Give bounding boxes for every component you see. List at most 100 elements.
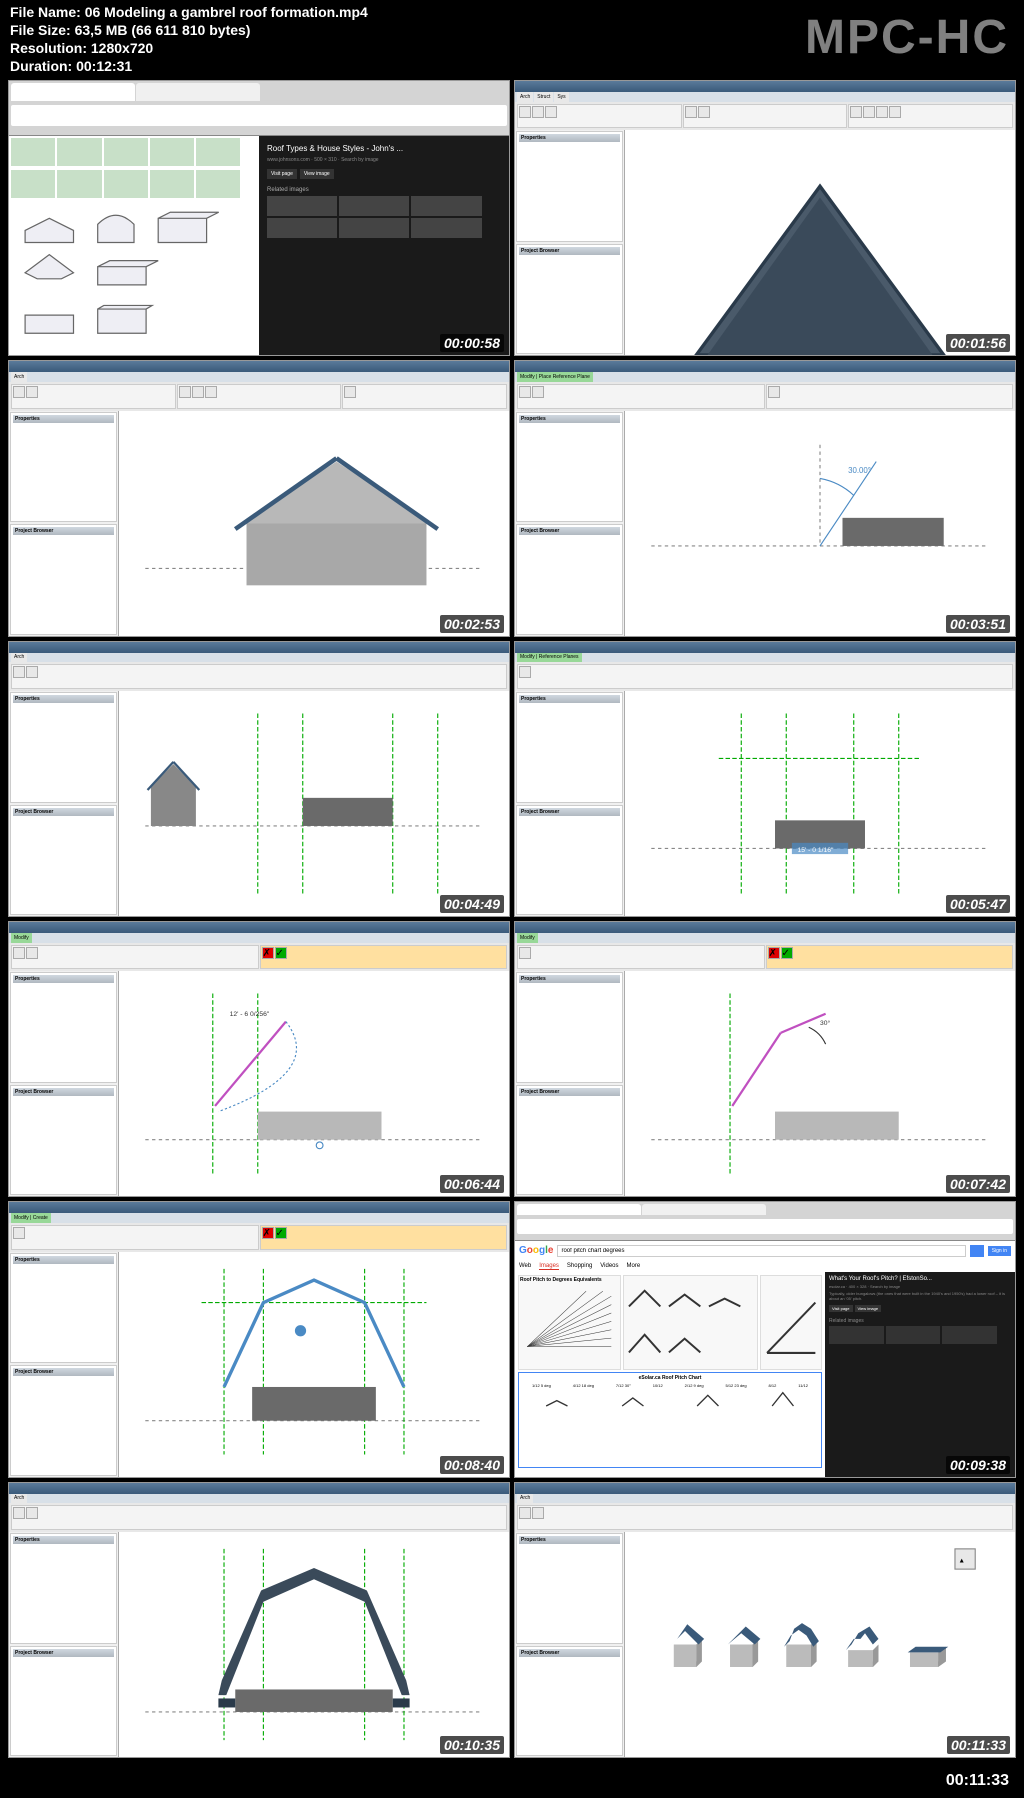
ribbon-tab: Modify [11,933,32,943]
svg-text:12' - 6 0/256": 12' - 6 0/256" [230,1011,270,1018]
thumbnail-1[interactable]: Roof Types & House Styles - John's ... w… [8,80,510,356]
revit-titlebar [9,922,509,933]
thumbnail-12[interactable]: Arch Properties Project Browser [514,1482,1016,1758]
svg-text:15' - 0 1/16": 15' - 0 1/16" [798,847,834,854]
revit-titlebar [9,642,509,653]
revit-sidebar: Properties Project Browser [9,971,119,1196]
revit-canvas [625,130,1015,355]
current-time: 00:11:33 [946,1772,1009,1790]
revit-canvas [119,1532,509,1757]
browser-tab [642,1204,766,1215]
ribbon-tab: Struct [534,92,553,102]
revit-sidebar: Properties Project Browser [515,971,625,1196]
browser-tab [136,83,260,101]
browser-tab [517,1204,641,1215]
google-search-bar: Google Sign in [515,1241,1015,1261]
revit-ribbon: Arch [9,372,509,410]
revit-titlebar [515,642,1015,653]
sign-in-button[interactable]: Sign in [988,1246,1011,1256]
timestamp: 00:11:33 [947,1736,1010,1754]
revit-titlebar [515,81,1015,92]
search-input[interactable] [557,1245,965,1257]
timestamp: 00:01:56 [946,334,1010,352]
revit-canvas: 15' - 0 1/16" [625,691,1015,916]
thumbnail-9[interactable]: Modify | Create ✗✓ Properties Project Br… [8,1201,510,1477]
google-logo: Google [519,1245,553,1256]
thumbnail-6[interactable]: Modify | Reference Planes Properties Pro… [514,641,1016,917]
roof-types-diagram [13,206,255,352]
search-detail-panel: Roof Types & House Styles - John's ... w… [259,136,509,355]
timestamp: 00:03:51 [946,615,1010,633]
revit-titlebar [515,922,1015,933]
revit-statusbar: Click to select, TAB for alternates, CTR… [9,636,509,637]
revit-titlebar [9,1202,509,1213]
revit-sidebar: Properties Project Browser [515,411,625,636]
timestamp: 00:09:38 [946,1456,1010,1474]
revit-titlebar [9,1483,509,1494]
thumbnail-7[interactable]: Modify ✗✓ Properties Project Browser 12'… [8,921,510,1197]
thumbnail-5[interactable]: Arch Properties Project Browser [8,641,510,917]
address-bar [11,105,507,127]
revit-ribbon: Arch [9,1494,509,1532]
thumbnail-grid: Roof Types & House Styles - John's ... w… [8,80,1016,1758]
timestamp: 00:05:47 [946,895,1010,913]
search-results-images [9,136,259,355]
revit-sidebar: Properties Project Browser [9,1532,119,1757]
timestamp: 00:06:44 [440,1175,504,1193]
thumbnail-11[interactable]: Arch Properties Project Browser [8,1482,510,1758]
timestamp: 00:02:53 [440,615,504,633]
revit-canvas [119,691,509,916]
revit-canvas [119,411,509,636]
ribbon-tab: Sys [554,92,568,102]
ribbon-tab: Modify | Place Reference Plane [517,372,593,382]
timestamp: 00:08:40 [440,1456,504,1474]
revit-sidebar: Properties Project Browser [9,691,119,916]
address-bar [517,1219,1013,1234]
google-nav: WebImagesShoppingVideosMore [515,1261,1015,1272]
revit-sidebar: Properties Project Browser [515,691,625,916]
timestamp: 00:04:49 [440,895,504,913]
revit-canvas: 30° [625,971,1015,1196]
revit-canvas: 30.00° [625,411,1015,636]
timestamp: 00:07:42 [946,1175,1010,1193]
revit-ribbon: Modify | Place Reference Plane [515,372,1015,410]
revit-sidebar: Properties Project Browser [515,1532,625,1757]
ribbon-tab: Arch [517,1494,533,1504]
revit-ribbon: Arch [515,1494,1015,1532]
timestamp: 00:10:35 [440,1736,504,1754]
revit-sidebar: Properties Project Browser [9,1252,119,1477]
thumbnail-3[interactable]: Arch Properties Project Browser Click to… [8,360,510,636]
revit-ribbon: Modify | Reference Planes [515,653,1015,691]
ribbon-tab: Modify [517,933,538,943]
revit-ribbon: Modify ✗✓ [515,933,1015,971]
revit-canvas [119,1252,509,1477]
thumbnail-10[interactable]: Google Sign in WebImagesShoppingVideosMo… [514,1201,1016,1477]
revit-canvas: 12' - 6 0/256" [119,971,509,1196]
revit-sidebar: Properties Project Browser [9,411,119,636]
ribbon-tab: Arch [517,92,533,102]
revit-titlebar [515,1483,1015,1494]
svg-text:30.00°: 30.00° [848,466,871,475]
thumbnail-4[interactable]: Modify | Place Reference Plane Propertie… [514,360,1016,636]
browser-tab [11,83,135,101]
browser-chrome [9,81,509,136]
timestamp: 00:00:58 [440,334,504,352]
revit-canvas: ▲ [625,1532,1015,1757]
revit-titlebar [9,361,509,372]
thumbnail-8[interactable]: Modify ✗✓ Properties Project Browser 30° [514,921,1016,1197]
thumbnail-2[interactable]: ArchStructSys Properties Project Browser… [514,80,1016,356]
revit-titlebar [515,361,1015,372]
search-button[interactable] [970,1245,984,1257]
app-logo: MPC-HC [805,10,1009,65]
ribbon-tab: Modify | Create [11,1213,51,1223]
revit-ribbon: Modify ✗✓ [9,933,509,971]
revit-ribbon: Modify | Create ✗✓ [9,1213,509,1251]
ribbon-tab: Arch [11,1494,27,1504]
browser-chrome [515,1202,1015,1240]
ribbon-tab: Arch [11,372,27,382]
ribbon-tab: Arch [11,653,27,663]
svg-text:▲: ▲ [958,1557,965,1564]
file-info: File Name: 06 Modeling a gambrel roof fo… [10,3,368,75]
revit-ribbon: Arch [9,653,509,691]
revit-sidebar: Properties Project Browser [515,130,625,355]
